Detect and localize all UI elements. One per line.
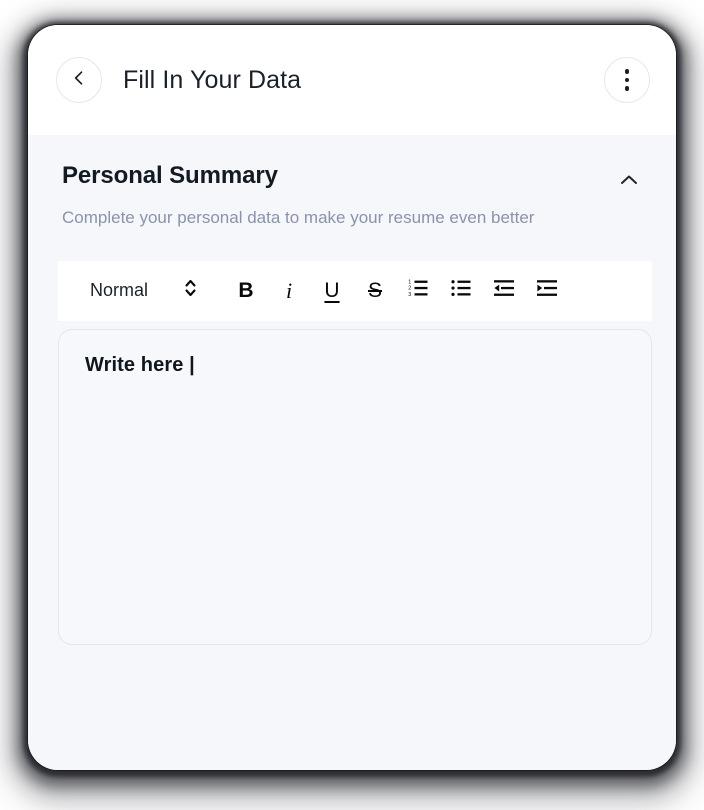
text-style-select-caret[interactable] [177, 277, 203, 304]
section-subtitle: Complete your personal data to make your… [62, 208, 535, 228]
rich-text-toolbar: Normal B i U S 1 2 3 [58, 260, 652, 321]
chevron-up-icon [617, 168, 641, 197]
outdent-button[interactable] [489, 274, 519, 308]
chevron-up-down-icon [183, 277, 198, 304]
back-button[interactable] [56, 57, 102, 103]
numbered-list-icon: 1 2 3 [406, 276, 430, 305]
svg-text:2: 2 [408, 286, 411, 292]
outdent-icon [492, 276, 516, 305]
summary-textarea-value: Write here | [85, 353, 195, 376]
indent-icon [535, 276, 559, 305]
bulleted-list-icon [449, 276, 473, 305]
svg-text:1: 1 [408, 280, 411, 286]
section-collapse-button[interactable] [612, 165, 646, 199]
numbered-list-button[interactable]: 1 2 3 [403, 274, 433, 308]
section-title: Personal Summary [62, 162, 278, 189]
bulleted-list-button[interactable] [446, 274, 476, 308]
underline-button[interactable]: U [317, 274, 347, 308]
underline-icon: U [324, 279, 340, 303]
summary-textarea[interactable]: Write here | [58, 328, 652, 645]
chevron-left-icon [69, 68, 89, 93]
strikethrough-button[interactable]: S [360, 274, 390, 308]
svg-text:3: 3 [408, 292, 411, 298]
italic-button[interactable]: i [274, 274, 304, 308]
content-area: Personal Summary Complete your personal … [28, 135, 676, 770]
section-header-texts: Personal Summary Complete your personal … [62, 162, 612, 233]
indent-button[interactable] [532, 274, 562, 308]
more-vertical-icon [624, 68, 630, 92]
bold-icon: B [238, 279, 254, 303]
bold-button[interactable]: B [231, 274, 261, 308]
text-style-select[interactable]: Normal [90, 280, 148, 301]
italic-icon: i [285, 277, 293, 303]
app-bar: Fill In Your Data [28, 25, 676, 135]
phone-screen: Fill In Your Data Personal Summary Compl… [28, 25, 676, 770]
strikethrough-icon: S [368, 279, 383, 303]
personal-summary-header: Personal Summary Complete your personal … [28, 135, 676, 233]
overflow-menu-button[interactable] [604, 57, 650, 103]
page-title: Fill In Your Data [123, 65, 302, 94]
